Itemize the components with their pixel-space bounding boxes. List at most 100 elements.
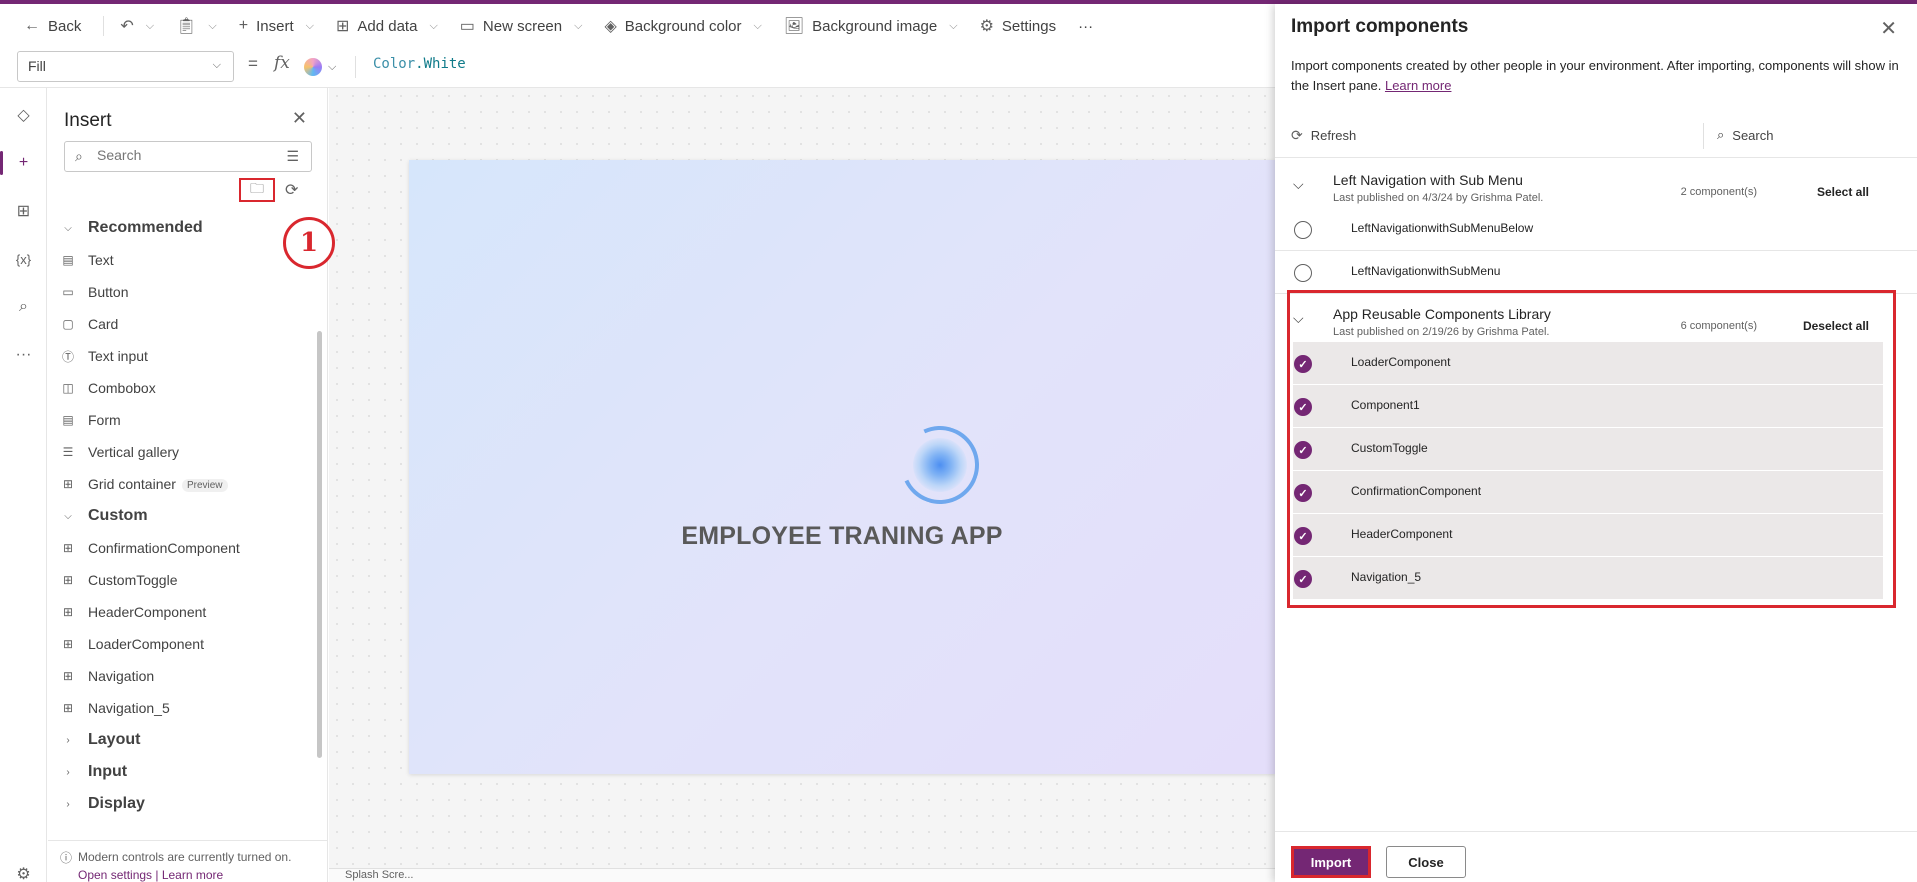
annotation-step-1: 1: [283, 217, 335, 269]
search-icon[interactable]: ⌕: [0, 291, 47, 323]
insert-item-button[interactable]: ▭ Button: [48, 276, 318, 308]
fx-icon: fx: [274, 53, 290, 73]
combobox-icon: ◫: [62, 381, 74, 395]
gear-icon: ⚙: [979, 18, 994, 35]
loader-graphic: [890, 415, 990, 515]
insert-pane-title: Insert: [64, 110, 112, 131]
component-icon: ⊞: [62, 669, 74, 683]
insert-item-text[interactable]: ▤ Text: [48, 244, 318, 276]
section-display[interactable]: › Display: [48, 788, 318, 820]
filter-icon[interactable]: ☰: [286, 148, 299, 165]
insert-item-grid-container[interactable]: ⊞ Grid container Preview: [48, 468, 318, 500]
panel-footer: Import Close: [1275, 831, 1917, 882]
insert-item-vertical-gallery[interactable]: ☰ Vertical gallery: [48, 436, 318, 468]
refresh-icon[interactable]: ⟳: [285, 180, 298, 200]
undo-button[interactable]: ↶ ⌵: [120, 16, 154, 36]
separator: [103, 16, 105, 36]
table-icon: ⊞: [335, 18, 350, 35]
background-color-button[interactable]: ◈ Background color ⌵: [604, 16, 761, 36]
formula-input[interactable]: Color.White: [373, 56, 466, 72]
insert-scrollbar[interactable]: [317, 331, 322, 758]
panel-description: Import components created by other peopl…: [1291, 58, 1899, 93]
chevron-down-icon: ⌵: [328, 60, 337, 73]
component-row[interactable]: LeftNavigationwithSubMenuBelow: [1275, 208, 1917, 251]
learn-more-link[interactable]: Learn more: [1385, 78, 1451, 93]
screen-tab[interactable]: Splash Scre...: [329, 868, 1275, 882]
image-icon: 🖼︎: [783, 18, 805, 35]
close-icon[interactable]: ✕: [292, 108, 307, 129]
background-image-button[interactable]: 🖼︎ Background image ⌵: [784, 16, 958, 36]
insert-item-text-input[interactable]: Ⓣ Text input: [48, 340, 318, 372]
section-layout[interactable]: › Layout: [48, 724, 318, 756]
chevron-down-icon: ⌵: [145, 19, 155, 32]
component-icon: ⊞: [62, 573, 74, 587]
more-button[interactable]: ···: [1078, 18, 1093, 35]
chevron-right-icon: ›: [66, 734, 70, 746]
get-more-components-button[interactable]: 🗀: [239, 178, 275, 202]
card-icon: ▢: [62, 317, 74, 331]
new-screen-button[interactable]: ▭ New screen ⌵: [460, 16, 583, 36]
insert-pane: Insert ✕ ⌕ ☰ 🗀 ⟳ ⌵Recommended ▤Text ▭But…: [48, 88, 328, 882]
chevron-down-icon: ⌵: [1293, 176, 1304, 192]
insert-item-combobox[interactable]: ◫ Combobox: [48, 372, 318, 404]
gear-icon[interactable]: ⚙: [0, 858, 47, 882]
plus-icon: +: [238, 17, 249, 34]
search-icon: ⌕: [75, 148, 83, 164]
section-input[interactable]: › Input: [48, 756, 318, 788]
arrow-left-icon: ←: [24, 17, 40, 34]
info-icon: ⓘ: [60, 851, 73, 865]
property-select[interactable]: Fill ⌵: [17, 51, 234, 82]
insert-item-headercomponent[interactable]: ⊞ HeaderComponent: [48, 596, 318, 628]
chevron-down-icon: ⌵: [305, 19, 314, 32]
insert-item-navigation[interactable]: ⊞ Navigation: [48, 660, 318, 692]
copilot-icon: [304, 58, 322, 76]
refresh-icon: ⟳: [1291, 127, 1303, 143]
new-screen-icon: ▭: [459, 18, 475, 35]
insert-item-confirmationcomponent[interactable]: ⊞ ConfirmationComponent: [48, 532, 318, 564]
open-settings-link[interactable]: Open settings | Learn more: [78, 868, 223, 882]
close-button[interactable]: Close: [1386, 846, 1466, 878]
insert-search-input[interactable]: [97, 147, 267, 163]
more-icon[interactable]: ···: [0, 339, 47, 371]
section-recommended[interactable]: ⌵ Recommended: [48, 212, 318, 244]
close-icon[interactable]: ✕: [1880, 16, 1897, 41]
gallery-icon: ☰: [62, 445, 74, 459]
splash-screen[interactable]: EMPLOYEE TRANING APP: [409, 160, 1275, 774]
variables-icon[interactable]: {x}: [0, 243, 47, 275]
canvas: EMPLOYEE TRANING APP Splash Scre...: [329, 88, 1275, 882]
component-icon: ⊞: [62, 541, 74, 555]
insert-item-form[interactable]: ▤ Form: [48, 404, 318, 436]
refresh-button[interactable]: ⟳ Refresh: [1291, 127, 1356, 144]
select-all-button[interactable]: Select all: [1817, 185, 1869, 199]
insert-item-navigation-5[interactable]: ⊞ Navigation_5: [48, 692, 318, 724]
data-icon[interactable]: ⊞: [0, 195, 47, 227]
tree-view-icon[interactable]: ◇: [0, 99, 47, 131]
back-button[interactable]: ← Back: [24, 17, 81, 35]
chevron-down-icon: ⌵: [64, 222, 72, 234]
settings-button[interactable]: ⚙ Settings: [980, 16, 1057, 36]
form-icon: ▤: [62, 413, 74, 427]
insert-button[interactable]: + Insert ⌵: [239, 17, 314, 35]
group-header[interactable]: ⌵ Left Navigation with Sub Menu Last pub…: [1275, 168, 1917, 208]
paste-button[interactable]: 📋︎ ⌵: [176, 16, 217, 36]
grid-icon: ⊞: [62, 477, 74, 491]
insert-item-loadercomponent[interactable]: ⊞ LoaderComponent: [48, 628, 318, 660]
insert-icon[interactable]: +: [0, 147, 47, 179]
text-input-icon: Ⓣ: [61, 349, 74, 364]
panel-search[interactable]: ⌕ Search: [1702, 123, 1773, 149]
section-custom[interactable]: ⌵ Custom: [48, 500, 318, 532]
insert-item-card[interactable]: ▢ Card: [48, 308, 318, 340]
radio-unchecked-icon[interactable]: [1294, 264, 1312, 282]
component-icon: ⊞: [62, 637, 74, 651]
insert-item-customtoggle[interactable]: ⊞ CustomToggle: [48, 564, 318, 596]
add-data-button[interactable]: ⊞ Add data ⌵: [336, 16, 438, 36]
chevron-down-icon: ⌵: [949, 19, 958, 32]
folder-search-icon: 🗀: [250, 180, 264, 196]
button-icon: ▭: [62, 285, 74, 299]
import-button[interactable]: Import: [1291, 846, 1371, 878]
search-icon: ⌕: [1717, 127, 1725, 142]
copilot-button[interactable]: ⌵: [304, 56, 356, 78]
radio-unchecked-icon[interactable]: [1294, 221, 1312, 239]
component-row[interactable]: LeftNavigationwithSubMenu: [1275, 251, 1917, 294]
chevron-down-icon: ⌵: [208, 19, 217, 32]
